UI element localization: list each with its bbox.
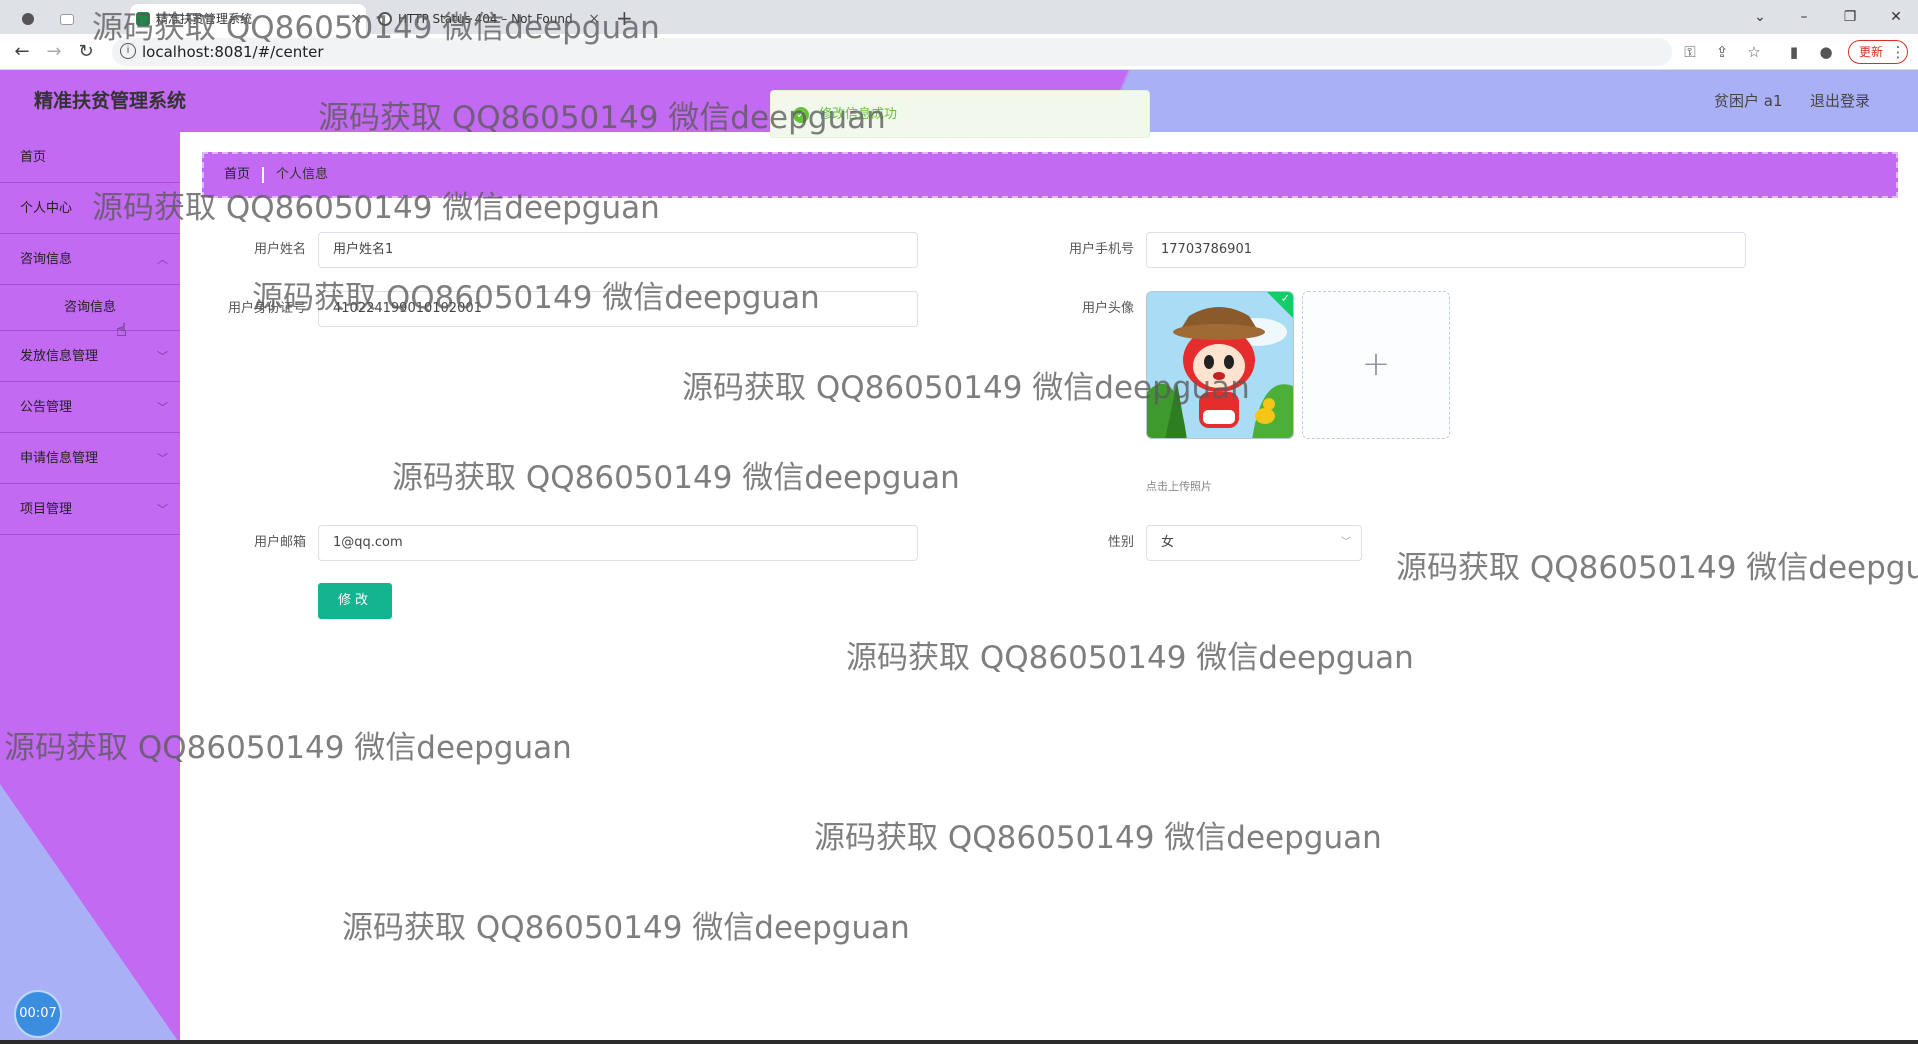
breadcrumb: 首页 个人信息 bbox=[202, 152, 1898, 198]
watermark: 源码获取 QQ86050149 微信deepguan bbox=[392, 460, 960, 496]
idcard-label: 用户身份证号 bbox=[227, 301, 306, 316]
side-panel-icon[interactable]: ▮ bbox=[1784, 42, 1804, 62]
url-text[interactable]: localhost:8081/#/center bbox=[142, 38, 324, 66]
forward-icon[interactable]: → bbox=[42, 40, 66, 64]
hand-cursor-icon: ☝ bbox=[116, 320, 127, 341]
success-check-icon: ✓ bbox=[793, 107, 809, 123]
check-icon: ✓ bbox=[1280, 292, 1290, 305]
user-name[interactable]: 贫困户 a1 bbox=[1714, 70, 1783, 132]
phone-input[interactable]: 17703786901 bbox=[1146, 232, 1746, 268]
idcard-input[interactable]: 410224199010102001 bbox=[318, 291, 918, 327]
taskbar-edge bbox=[0, 1040, 1918, 1044]
sidebar-item-label: 首页 bbox=[20, 150, 47, 165]
sidebar-item-application[interactable]: 申请信息管理 ﹀ bbox=[0, 433, 180, 484]
close-window-icon[interactable]: ✕ bbox=[1876, 4, 1916, 30]
address-bar: ← → ↻ i localhost:8081/#/center ⚿ ⇪ ☆ ▮ … bbox=[0, 34, 1918, 70]
sidebar: 首页 个人中心 咨询信息 ︿ 咨询信息 发放信息管理 ﹀ 公告管理 ﹀ 申请信息… bbox=[0, 132, 180, 1044]
watermark: 源码获取 QQ86050149 微信deepguan bbox=[1396, 550, 1918, 586]
globe-icon bbox=[378, 12, 392, 26]
sidebar-item-label: 发放信息管理 bbox=[20, 349, 99, 364]
logout-button[interactable]: 退出登录 bbox=[1810, 70, 1870, 132]
name-input[interactable]: 用户姓名1 bbox=[318, 232, 918, 268]
chrome-icon bbox=[22, 13, 34, 25]
reload-icon[interactable]: ↻ bbox=[74, 40, 98, 64]
avatar-label: 用户头像 bbox=[1081, 301, 1134, 316]
site-favicon-icon bbox=[136, 12, 150, 26]
app-title: 精准扶贫管理系统 bbox=[34, 90, 187, 112]
breadcrumb-current: 个人信息 bbox=[276, 167, 329, 182]
success-toast: ✓ 修改信息成功 bbox=[770, 90, 1150, 138]
share-icon[interactable]: ⇪ bbox=[1712, 42, 1732, 62]
update-label: 更新 bbox=[1859, 45, 1884, 59]
new-tab-button[interactable]: + bbox=[616, 4, 633, 32]
gender-select[interactable]: 女 ﹀ bbox=[1146, 525, 1362, 561]
tab-title: 精准扶贫管理系统 bbox=[156, 12, 253, 26]
chevron-up-icon: ︿ bbox=[157, 253, 168, 266]
restore-icon[interactable]: ❐ bbox=[1830, 4, 1870, 30]
toast-message: 修改信息成功 bbox=[819, 107, 898, 122]
submit-button[interactable]: 修改 bbox=[318, 583, 392, 619]
bookmark-star-icon[interactable]: ☆ bbox=[1744, 42, 1764, 62]
sidebar-item-personal-center[interactable]: 个人中心 bbox=[0, 183, 180, 234]
chevron-down-icon: ﹀ bbox=[157, 401, 168, 414]
close-tab-icon[interactable]: × bbox=[350, 4, 362, 34]
site-info-icon[interactable]: i bbox=[120, 43, 136, 59]
sidebar-item-distribution[interactable]: 发放信息管理 ﹀ bbox=[0, 331, 180, 382]
submenu-item-consult[interactable]: 咨询信息 bbox=[0, 285, 180, 331]
sidebar-item-label: 项目管理 bbox=[20, 502, 73, 517]
sidebar-item-project[interactable]: 项目管理 ﹀ bbox=[0, 484, 180, 535]
breadcrumb-separator bbox=[262, 167, 264, 183]
submenu-item-label: 咨询信息 bbox=[63, 300, 116, 315]
gender-value: 女 bbox=[1161, 535, 1175, 550]
name-label: 用户姓名 bbox=[253, 242, 306, 257]
breadcrumb-home[interactable]: 首页 bbox=[224, 154, 250, 196]
tab-strip-controls[interactable] bbox=[0, 4, 90, 34]
close-tab-icon[interactable]: × bbox=[588, 4, 600, 34]
sidebar-item-label: 公告管理 bbox=[20, 400, 73, 415]
more-menu-icon[interactable]: ⋮ bbox=[1888, 42, 1908, 62]
sidebar-item-announcement[interactable]: 公告管理 ﹀ bbox=[0, 382, 180, 433]
sidebar-item-label: 个人中心 bbox=[20, 201, 73, 216]
profile-icon[interactable]: ● bbox=[1816, 42, 1836, 62]
email-label: 用户邮箱 bbox=[253, 535, 306, 550]
watermark: 源码获取 QQ86050149 微信deepguan bbox=[814, 820, 1382, 856]
watermark: 源码获取 QQ86050149 微信deepguan bbox=[846, 640, 1414, 676]
chevron-down-icon: ﹀ bbox=[157, 452, 168, 465]
gender-label: 性别 bbox=[1107, 535, 1134, 550]
tab-search-icon bbox=[60, 14, 74, 25]
avatar-image[interactable]: ✓ bbox=[1146, 291, 1294, 439]
key-icon[interactable]: ⚿ bbox=[1680, 42, 1700, 62]
sidebar-item-label: 申请信息管理 bbox=[20, 451, 99, 466]
tab-inactive[interactable]: HTTP Status 404 – Not Found × bbox=[372, 4, 604, 34]
chevron-down-icon: ﹀ bbox=[1341, 537, 1351, 548]
upload-hint: 点击上传照片 bbox=[1146, 480, 1212, 493]
url-field[interactable]: i localhost:8081/#/center bbox=[112, 38, 1672, 66]
avatar-uploader[interactable]: + bbox=[1302, 291, 1450, 439]
minimize-icon[interactable]: – bbox=[1784, 4, 1824, 30]
back-icon[interactable]: ← bbox=[10, 40, 34, 64]
tab-title: HTTP Status 404 – Not Found bbox=[398, 12, 573, 26]
sidebar-item-home[interactable]: 首页 bbox=[0, 132, 180, 183]
browser-tab-bar: 精准扶贫管理系统 × HTTP Status 404 – Not Found ×… bbox=[0, 0, 1918, 34]
email-input[interactable]: 1@qq.com bbox=[318, 525, 918, 561]
phone-label: 用户手机号 bbox=[1068, 242, 1134, 257]
chevron-down-icon: ﹀ bbox=[157, 503, 168, 516]
chevron-down-icon: ﹀ bbox=[157, 350, 168, 363]
tab-active[interactable]: 精准扶贫管理系统 × bbox=[130, 4, 366, 34]
sidebar-item-consult[interactable]: 咨询信息 ︿ bbox=[0, 234, 180, 285]
tab-list-icon[interactable]: ⌄ bbox=[1740, 4, 1780, 30]
watermark: 源码获取 QQ86050149 微信deepguan bbox=[342, 910, 910, 946]
recording-timer: 00:07 bbox=[14, 990, 62, 1038]
sidebar-item-label: 咨询信息 bbox=[20, 252, 73, 267]
plus-icon: + bbox=[1361, 344, 1391, 384]
